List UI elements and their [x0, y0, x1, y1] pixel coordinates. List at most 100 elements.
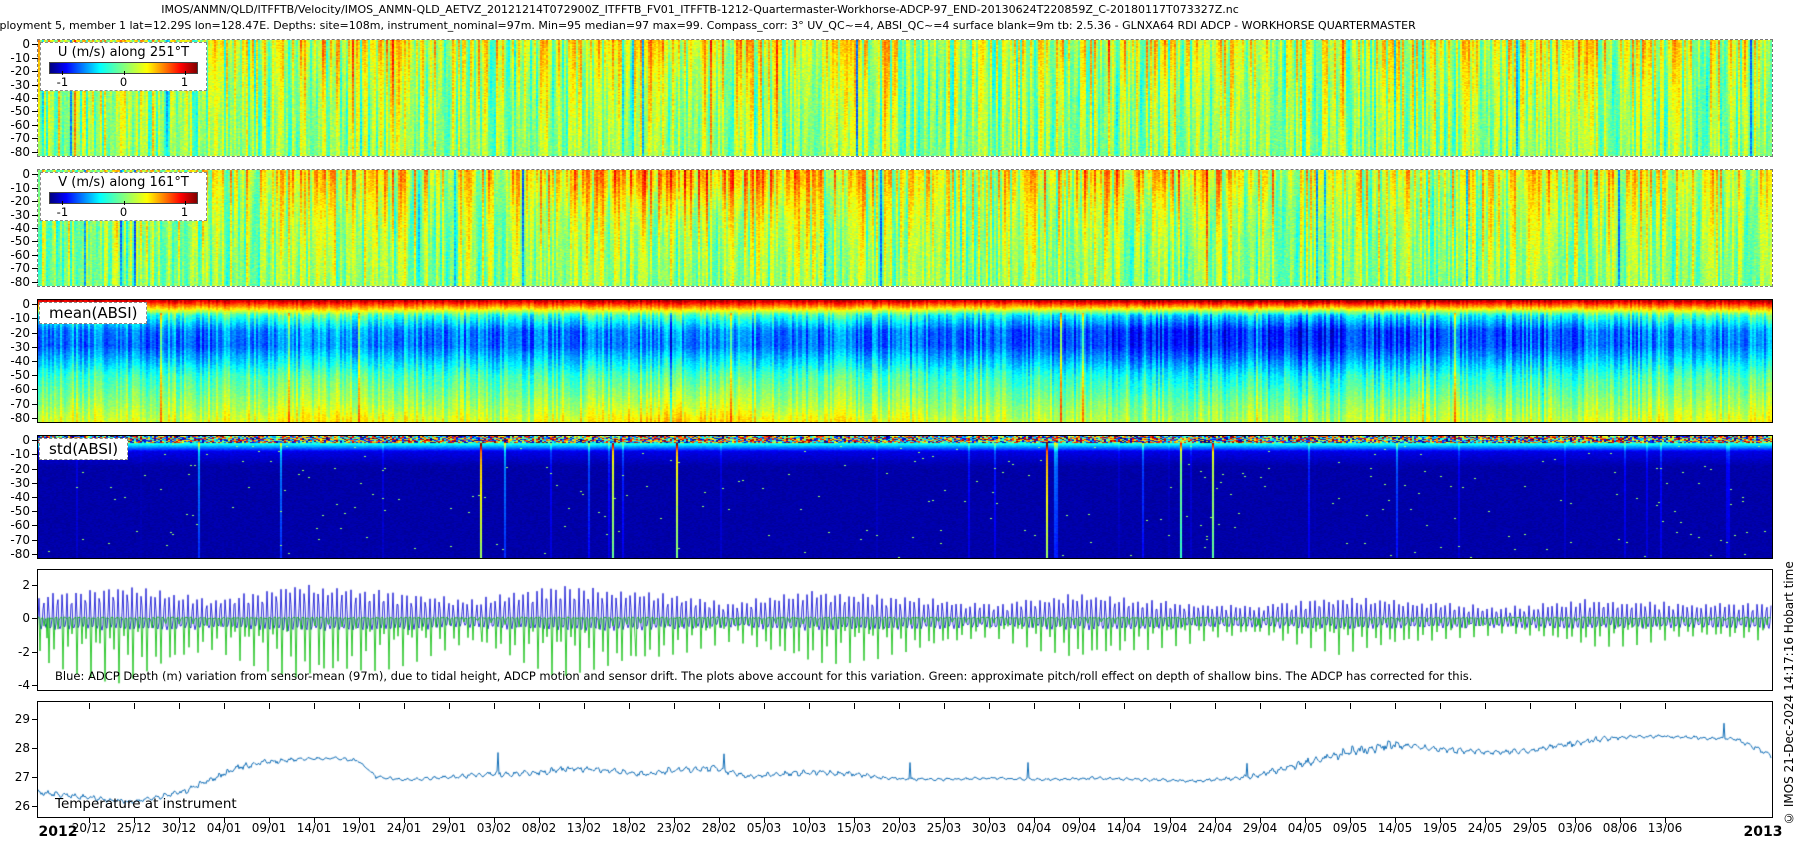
x-tickmark	[1530, 703, 1531, 709]
panel-v-velocity: V (m/s) along 161°T -1 0 1	[38, 170, 1772, 286]
x-tick-label: 09/04	[1062, 822, 1097, 835]
y-tick-label: -30	[0, 341, 30, 353]
y-tickmark	[32, 525, 38, 526]
y-tick-label: -20	[0, 195, 30, 207]
y-tickmark	[32, 347, 38, 348]
y-tickmark	[32, 111, 38, 112]
y-tickmark	[32, 241, 38, 242]
x-tick-label: 19/01	[342, 822, 377, 835]
x-tickmark	[1079, 703, 1080, 709]
y-tick-label: -40	[0, 491, 30, 503]
depth-variation-caption: Blue: ADCP Depth (m) variation from sens…	[55, 669, 1472, 683]
x-tickmark	[1124, 703, 1125, 709]
x-tick-label: 19/05	[1423, 822, 1458, 835]
x-tickmark	[899, 703, 900, 709]
y-tick-label: 0	[0, 168, 30, 180]
x-tick-label: 14/01	[297, 822, 332, 835]
y-tick-label: -40	[0, 222, 30, 234]
y-tickmark	[32, 174, 38, 175]
y-tickmark	[32, 454, 38, 455]
x-tickmark	[1620, 703, 1621, 709]
v-colorbar-tick-max: 1	[181, 205, 188, 219]
x-tickmark	[1485, 703, 1486, 709]
x-tickmark	[629, 703, 630, 709]
y-tick-label: -50	[0, 505, 30, 517]
y-tickmark	[32, 719, 38, 720]
y-tick-label: -40	[0, 92, 30, 104]
y-tickmark	[32, 201, 38, 202]
y-tickmark	[32, 652, 38, 653]
x-tick-label: 30/12	[162, 822, 197, 835]
y-tick-label: 0	[0, 38, 30, 50]
y-tickmark	[32, 138, 38, 139]
x-tick-label: 10/03	[792, 822, 827, 835]
u-colorbar-legend: U (m/s) along 251°T -1 0 1	[40, 42, 207, 91]
x-tickmark	[494, 703, 495, 709]
y-tickmark	[32, 304, 38, 305]
panel-std-absi: std(ABSI)	[38, 436, 1772, 558]
u-colorbar-tick-min: -1	[57, 75, 68, 89]
figure-title-line2: Deployment 5, member 1 lat=12.29S lon=12…	[0, 19, 1416, 32]
x-tickmark	[854, 703, 855, 709]
y-tick-label: 29	[0, 713, 30, 725]
x-tick-label: 09/05	[1333, 822, 1368, 835]
y-tick-label: -30	[0, 209, 30, 221]
x-tickmark	[179, 703, 180, 709]
y-tick-label: 28	[0, 742, 30, 754]
v-colorbar-ticks: -1 0 1	[49, 204, 198, 218]
y-tickmark	[32, 255, 38, 256]
y-tick-label: -60	[0, 119, 30, 131]
x-tickmark	[359, 703, 360, 709]
x-tick-label: 23/02	[657, 822, 692, 835]
y-tick-label: -70	[0, 534, 30, 546]
x-tick-label: 04/01	[207, 822, 242, 835]
x-tickmark	[404, 703, 405, 709]
y-tickmark	[32, 152, 38, 153]
y-tickmark	[32, 71, 38, 72]
u-colorbar-tick-max: 1	[181, 75, 188, 89]
y-tick-label: -50	[0, 369, 30, 381]
v-colorbar-tick-min: -1	[57, 205, 68, 219]
x-tickmark	[989, 703, 990, 709]
x-tick-label: 04/04	[1017, 822, 1052, 835]
panel-u-velocity: U (m/s) along 251°T -1 0 1	[38, 40, 1772, 156]
y-tick-label: 0	[0, 434, 30, 446]
y-tickmark	[32, 748, 38, 749]
y-tickmark	[32, 418, 38, 419]
x-tickmark	[1260, 703, 1261, 709]
x-tick-label: 24/05	[1468, 822, 1503, 835]
x-tick-label: 20/03	[882, 822, 917, 835]
y-tickmark	[32, 806, 38, 807]
x-tick-label: 14/05	[1378, 822, 1413, 835]
imos-watermark: © IMOS 21-Dec-2024 14:17:16 Hobart time	[1782, 505, 1798, 825]
x-tick-label: 30/03	[972, 822, 1007, 835]
x-tickmark	[1350, 703, 1351, 709]
y-tickmark	[32, 777, 38, 778]
x-tick-label: 24/04	[1198, 822, 1233, 835]
y-tickmark	[32, 497, 38, 498]
x-tick-label: 18/02	[612, 822, 647, 835]
y-tick-label: -80	[0, 146, 30, 158]
y-tick-label: -80	[0, 276, 30, 288]
figure-title-line1: IMOS/ANMN/QLD/ITFFTB/Velocity/IMOS_ANMN-…	[161, 3, 1239, 16]
x-tickmark	[1395, 703, 1396, 709]
u-colorbar-ticks: -1 0 1	[49, 74, 198, 88]
y-tick-label: -10	[0, 182, 30, 194]
y-tick-label: -10	[0, 312, 30, 324]
y-tick-label: -50	[0, 105, 30, 117]
y-tickmark	[32, 440, 38, 441]
y-tickmark	[32, 404, 38, 405]
panel-mean-absi: mean(ABSI)	[38, 300, 1772, 422]
v-colorbar-legend: V (m/s) along 161°T -1 0 1	[40, 172, 207, 221]
y-tickmark	[32, 361, 38, 362]
y-tick-label: -4	[0, 679, 30, 691]
y-tick-label: 2	[0, 579, 30, 591]
y-tickmark	[32, 98, 38, 99]
x-tickmark	[719, 703, 720, 709]
x-tickmark	[224, 703, 225, 709]
y-tick-label: -70	[0, 262, 30, 274]
temperature-line-canvas	[38, 702, 1772, 817]
panel-temperature: Temperature at instrument	[38, 702, 1772, 817]
y-tickmark	[32, 585, 38, 586]
x-tick-label: 04/05	[1288, 822, 1323, 835]
